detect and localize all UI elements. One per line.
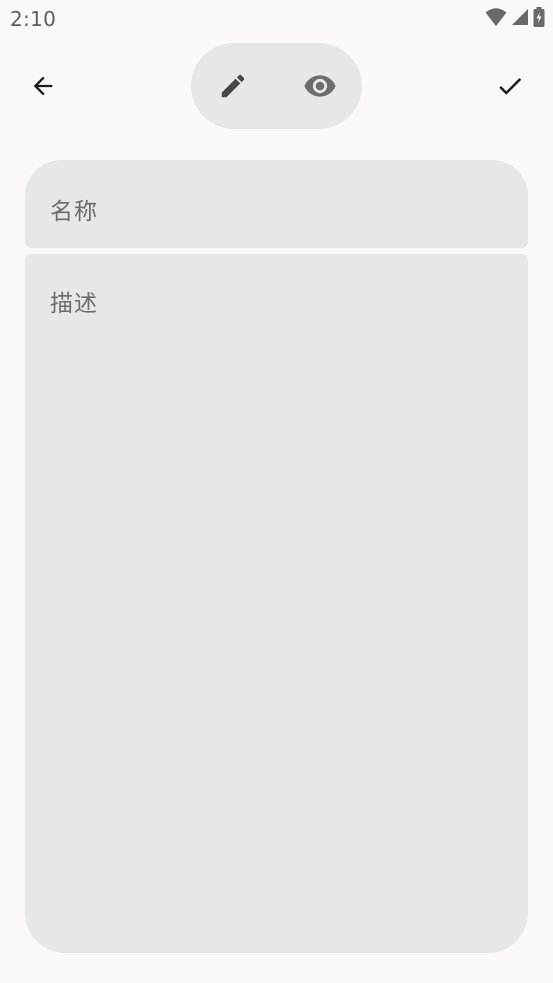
name-field[interactable]: 名称 [25, 160, 528, 248]
confirm-button[interactable] [486, 62, 534, 110]
preview-mode-button[interactable] [296, 62, 344, 110]
signal-icon [511, 8, 529, 26]
eye-icon [304, 75, 336, 97]
status-icons [485, 7, 545, 27]
description-field[interactable]: 描述 [25, 254, 528, 953]
check-icon [499, 77, 522, 95]
status-bar: 2:10 [0, 0, 553, 38]
name-placeholder: 名称 [50, 199, 98, 225]
arrow-back-icon [33, 76, 53, 96]
edit-mode-button[interactable] [209, 62, 257, 110]
battery-charging-icon [533, 7, 545, 27]
description-placeholder: 描述 [50, 291, 98, 317]
status-time: 2:10 [10, 7, 57, 31]
pencil-icon [221, 74, 245, 98]
back-button[interactable] [19, 62, 67, 110]
mode-toggle [191, 43, 362, 129]
edit-screen: 2:10 名称 描述 [0, 0, 553, 983]
wifi-icon [485, 7, 507, 27]
